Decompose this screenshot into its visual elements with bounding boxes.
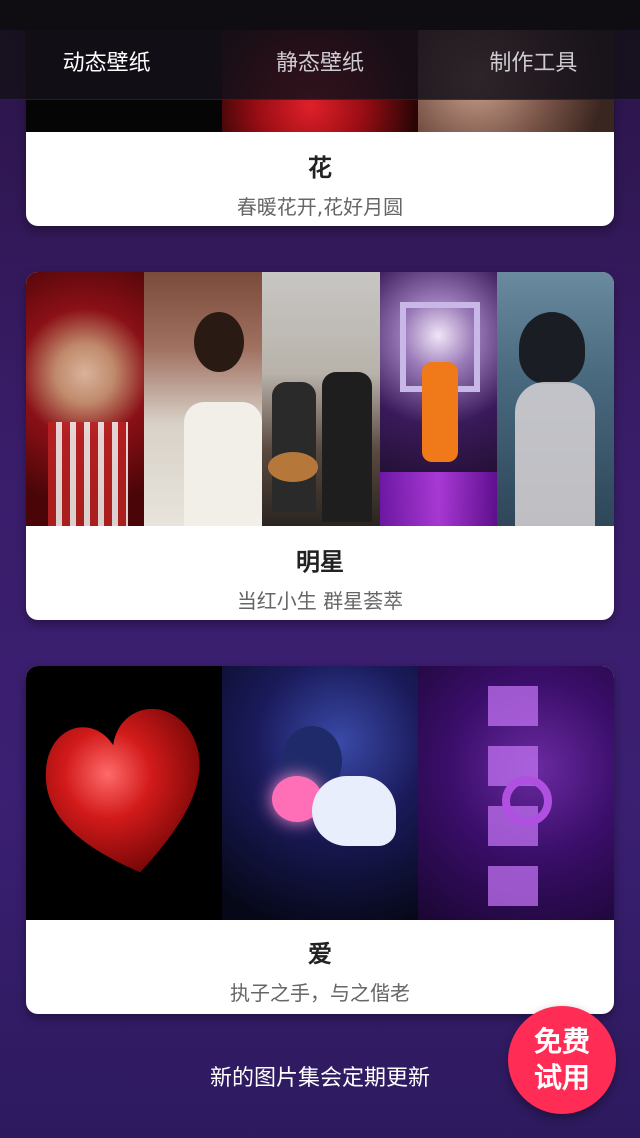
thumbnail-image [26,666,222,920]
thumbnail-image [144,272,262,526]
card-thumbnails [26,666,614,920]
card-subtitle: 执子之手，与之偕老 [230,981,410,1005]
free-trial-label-line2: 试用 [533,1061,590,1094]
thumbnail-image [26,272,144,526]
free-trial-button[interactable]: 免费 试用 [508,1006,616,1114]
card-caption: 明星 当红小生 群星荟萃 [26,542,614,614]
wallpaper-card-love[interactable]: 爱 执子之手，与之偕老 [26,666,614,1014]
card-title: 爱 [308,940,332,968]
free-trial-label-line1: 免费 [533,1025,590,1058]
thumbnail-image [262,272,380,526]
wallpaper-card-star[interactable]: 明星 当红小生 群星荟萃 [26,272,614,620]
thumbnail-image [497,272,614,526]
card-thumbnails [26,272,614,526]
card-title: 明星 [296,548,344,576]
card-subtitle: 当红小生 群星荟萃 [236,589,404,613]
card-caption: 花 春暖花开,花好月圆 [26,148,614,220]
card-subtitle: 春暖花开,花好月圆 [236,195,404,219]
thumbnail-image [222,666,418,920]
thumbnail-image [418,666,614,920]
status-bar [0,0,640,30]
card-title: 花 [308,154,332,182]
thumbnail-image [380,272,497,526]
card-caption: 爱 执子之手，与之偕老 [26,934,614,1006]
